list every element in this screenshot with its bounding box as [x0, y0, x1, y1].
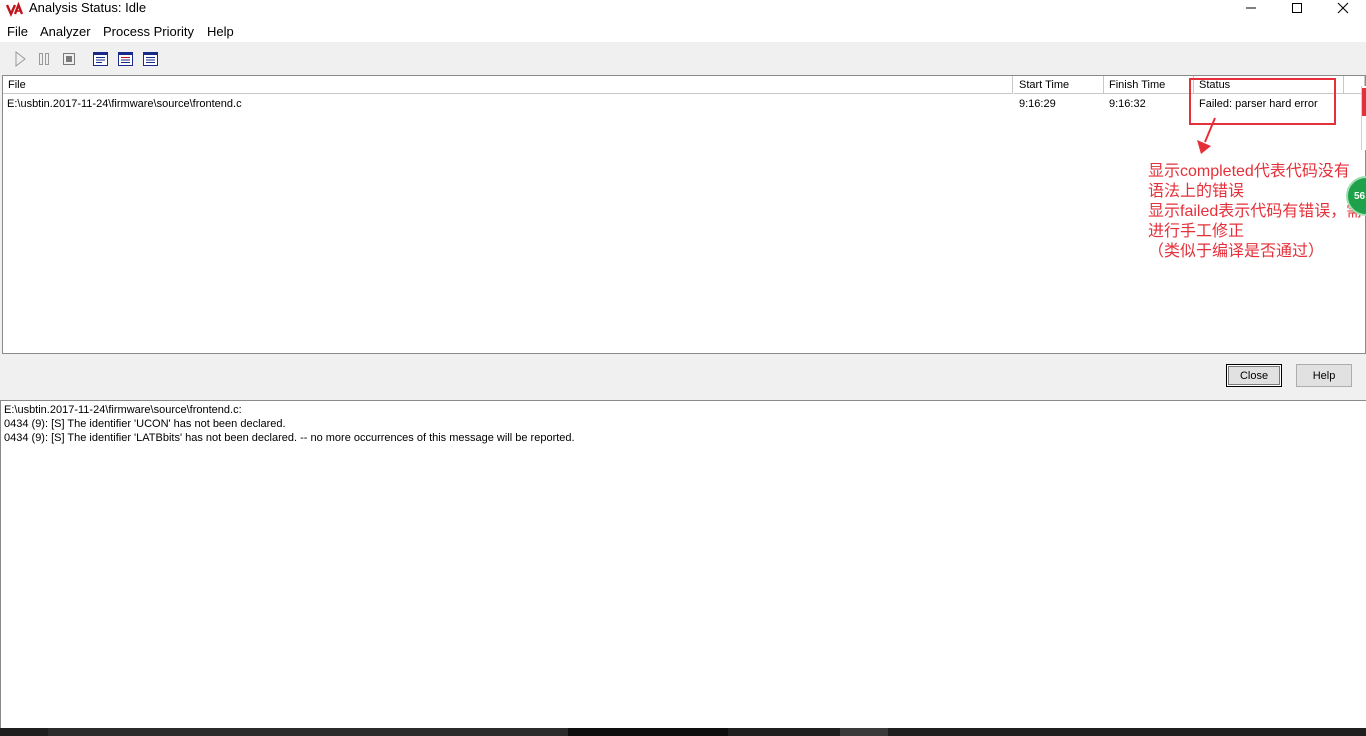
taskbar-segment [840, 728, 888, 736]
menu-bar: File Analyzer Process Priority Help [0, 22, 1366, 42]
toolbar [0, 44, 1366, 72]
menu-file[interactable]: File [7, 24, 28, 40]
row-start-time: 9:16:29 [1019, 98, 1056, 110]
messages-pane[interactable]: E:\usbtin.2017-11-24\firmware\source\fro… [0, 400, 1366, 728]
report-red-icon [117, 52, 133, 66]
maximize-button[interactable] [1274, 0, 1320, 16]
start-analysis-button[interactable] [9, 48, 31, 70]
taskbar-segment [568, 728, 728, 736]
pause-analysis-button[interactable] [33, 48, 55, 70]
pause-icon [39, 53, 49, 65]
close-icon [1337, 2, 1349, 14]
row-file: E:\usbtin.2017-11-24\firmware\source\fro… [7, 98, 242, 110]
row-finish-time: 9:16:32 [1109, 98, 1146, 110]
close-button[interactable]: Close [1226, 364, 1282, 387]
title-bar: Analysis Status: Idle [0, 0, 1366, 22]
message-line: 0434 (9): [S] The identifier 'LATBbits' … [4, 432, 575, 444]
close-button-label: Close [1239, 369, 1269, 382]
taskbar [0, 728, 1366, 736]
taskbar-segment [48, 728, 568, 736]
annotation-line: 语法上的错误 [1148, 183, 1245, 200]
report-blue-icon [142, 52, 158, 66]
play-icon [15, 51, 26, 67]
annotation-line: 进行手工修正 [1148, 223, 1245, 240]
message-line: 0434 (9): [S] The identifier 'UCON' has … [4, 418, 286, 430]
stop-analysis-button[interactable] [58, 48, 80, 70]
annotation-arrow [1197, 117, 1216, 154]
column-header-file[interactable]: File [3, 76, 1013, 94]
help-button-label: Help [1312, 369, 1336, 382]
minimize-icon [1246, 7, 1256, 9]
stop-icon [63, 53, 75, 65]
help-button[interactable]: Help [1296, 364, 1352, 387]
close-window-button[interactable] [1320, 0, 1366, 16]
column-header-start-time[interactable]: Start Time [1014, 76, 1104, 94]
message-line: E:\usbtin.2017-11-24\firmware\source\fro… [4, 404, 242, 416]
column-header-finish-time[interactable]: Finish Time [1104, 76, 1194, 94]
minimize-button[interactable] [1228, 0, 1274, 16]
dialog-button-row: Close Help [0, 356, 1366, 398]
view-report-button[interactable] [89, 48, 111, 70]
annotation-note: 显示completed代表代码没有 语法上的错误 显示failed表示代码有错误… [1148, 162, 1366, 262]
qac-logo-icon [5, 1, 24, 18]
annotation-line: 显示completed代表代码没有 [1148, 163, 1350, 180]
view-error-report-button[interactable] [114, 48, 136, 70]
window-title: Analysis Status: Idle [29, 0, 147, 15]
floating-badge-text: 56 [1354, 190, 1366, 202]
menu-help[interactable]: Help [207, 24, 234, 40]
maximize-icon [1292, 3, 1302, 13]
menu-analyzer[interactable]: Analyzer [40, 24, 91, 40]
report-icon [92, 52, 108, 66]
view-summary-report-button[interactable] [139, 48, 161, 70]
annotation-line: 显示failed表示代码有错误，需 [1148, 203, 1363, 220]
menu-process-priority[interactable]: Process Priority [103, 24, 194, 40]
annotation-line: （类似于编译是否通过） [1148, 243, 1325, 260]
side-toolbar-tab[interactable] [1362, 88, 1366, 116]
